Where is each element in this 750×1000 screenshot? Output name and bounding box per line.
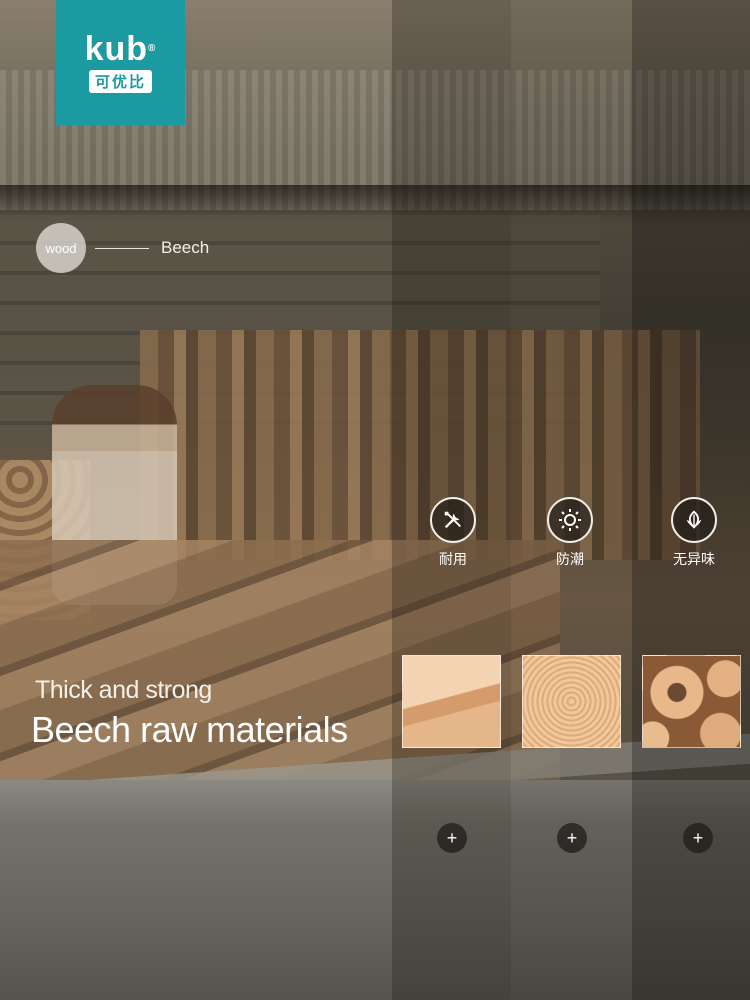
expand-button-2[interactable]: + (557, 823, 587, 853)
headline-title: Beech raw materials (31, 709, 348, 750)
material-label: Beech (161, 238, 210, 257)
sun-shield-icon (547, 497, 593, 543)
feature-label: 无异味 (673, 551, 715, 567)
feature-label: 耐用 (439, 551, 467, 567)
feature-label: 防潮 (556, 551, 584, 567)
tag-connector-line (95, 247, 149, 249)
logo-chinese-name: 可优比 (88, 70, 152, 93)
product-banner: kub® 可优比 wood Beech 耐用 防潮 无异味 Thick and … (0, 0, 750, 1000)
material-tag: wood Beech (36, 223, 209, 273)
logo-mark: kub® (84, 30, 157, 68)
feature-odorless: 无异味 (659, 497, 729, 569)
feature-moisture-proof: 防潮 (535, 497, 605, 569)
wood-badge: wood (36, 223, 86, 273)
brand-logo[interactable]: kub® 可优比 (56, 0, 185, 125)
expand-button-3[interactable]: + (683, 823, 713, 853)
swatch-wood-beads[interactable] (642, 655, 741, 748)
swatch-beech-board[interactable] (402, 655, 501, 748)
tools-icon (430, 497, 476, 543)
leaf-icon (671, 497, 717, 543)
expand-button-1[interactable]: + (437, 823, 467, 853)
feature-durable: 耐用 (418, 497, 488, 569)
swatch-wood-rings[interactable] (522, 655, 621, 748)
headline-subtitle: Thick and strong (35, 676, 212, 704)
